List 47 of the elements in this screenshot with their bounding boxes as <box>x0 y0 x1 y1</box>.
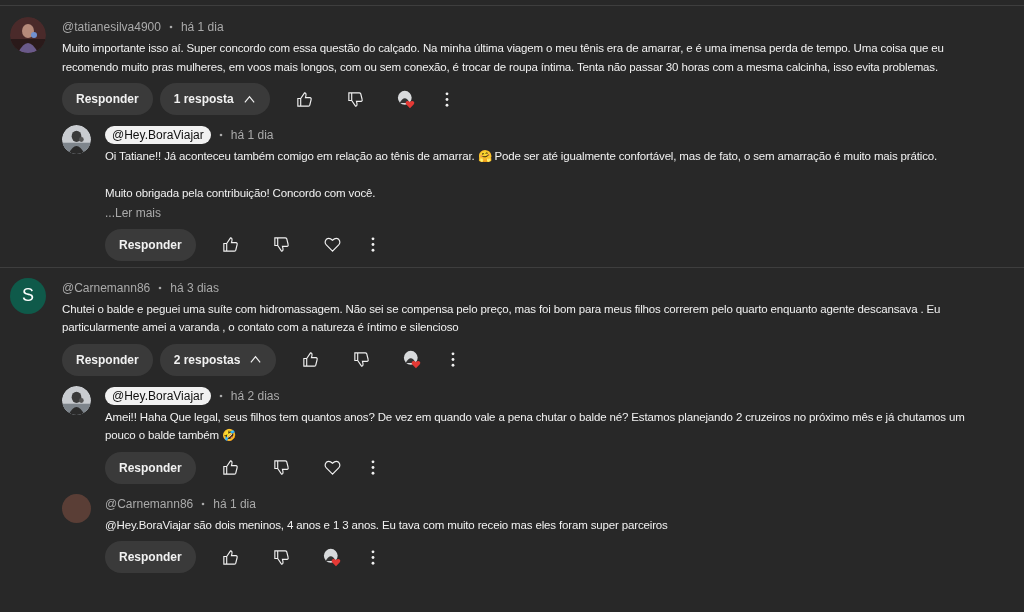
comment-text: Muito obrigada pela contribuição! Concordo com você. <box>105 186 377 201</box>
author-name[interactable]: @Hey.BoraViajar <box>105 126 211 144</box>
reply-button[interactable]: Responder <box>62 343 153 376</box>
comment-text: @Hey.BoraViajar são dois meninos, 4 anos e 1 3 anos. Eu tava com muito receio mas eles foram super parceiros <box>105 517 669 533</box>
chevron-icon <box>249 353 263 366</box>
comment-time[interactable]: há 1 dia <box>213 496 256 511</box>
creator-heart-icon[interactable] <box>396 89 416 109</box>
dislike-icon[interactable] <box>271 458 291 477</box>
author-name[interactable]: @Carnemann86 <box>105 496 194 511</box>
comment-text: Oi Tatiane!! Já aconteceu também comigo em relação ao tênis de amarrar. 🤗 Pode ser até igualmente confortável, mas de fato, o sem amarração é muito mais prático. <box>105 149 939 164</box>
like-icon[interactable] <box>301 350 321 369</box>
comment-time[interactable]: há 1 dia <box>180 20 224 34</box>
creator-heart-icon[interactable] <box>403 350 423 369</box>
heart-icon[interactable] <box>322 458 342 477</box>
replies-toggle-button[interactable]: 2 respostas <box>159 343 277 376</box>
comment-time[interactable]: há 3 dias <box>170 280 219 295</box>
replies-toggle-button[interactable]: 1 resposta <box>159 83 270 115</box>
author-name[interactable]: @tatianesilva4900 <box>62 20 161 34</box>
comment-text: Amei!! Haha Que legal, seus filhos tem quantos anos? De vez em quando vale a pena chutar o balde né? Estamos planejando 2 cruzeiros no próximo mês e já chutamos um pouco o balde também 🤣 <box>105 409 966 443</box>
dislike-icon[interactable] <box>352 350 372 369</box>
like-icon[interactable] <box>294 89 314 109</box>
avatar: S <box>10 277 46 314</box>
like-icon[interactable] <box>220 235 240 254</box>
separator-dot <box>158 285 163 290</box>
separator-dot <box>201 501 206 506</box>
comment-time[interactable]: há 2 dias <box>230 388 280 403</box>
more-options-icon[interactable] <box>369 458 376 477</box>
author-name[interactable]: @Carnemann86 <box>62 280 151 295</box>
reply-button[interactable]: Responder <box>105 451 196 484</box>
more-options-icon[interactable] <box>369 235 376 254</box>
separator-dot <box>218 393 223 398</box>
more-options-icon[interactable] <box>450 350 457 369</box>
dislike-icon[interactable] <box>271 547 291 567</box>
author-name[interactable]: @Hey.BoraViajar <box>105 386 211 405</box>
heart-icon[interactable] <box>322 235 342 254</box>
creator-heart-icon[interactable] <box>322 547 342 567</box>
reply-button[interactable]: Responder <box>105 228 196 261</box>
reply-button[interactable]: Responder <box>62 83 153 115</box>
comment-text: Chutei o balde e peguei uma suíte com hidromassagem. Não sei se compensa pelo preço, mas foi bom para meus filhos correrem pelo quarto enquanto agente descansava . Eu particularmente amei a varanda , o contato com a natureza é íntimo e silencioso <box>62 301 942 335</box>
like-icon[interactable] <box>220 458 240 477</box>
comment-time[interactable]: há 1 dia <box>230 128 274 142</box>
like-icon[interactable] <box>220 547 240 567</box>
reply-button[interactable]: Responder <box>105 541 196 573</box>
dislike-icon[interactable] <box>271 235 291 254</box>
comment-text: Muito importante isso aí. Super concordo com essa questão do calçado. Na minha última viagem o meu tênis era de amarrar, e é uma imensa perda de tempo. Uma coisa que eu recomendo muito pras mulheres, em voos mais longos, com ou sem conexão, é trocar de roupa íntima. Tenta não passar 30 horas com a mesma calcinha, isso evita problemas. <box>62 41 945 75</box>
read-more-link[interactable]: ...Ler mais <box>105 203 161 222</box>
dislike-icon[interactable] <box>345 89 365 109</box>
